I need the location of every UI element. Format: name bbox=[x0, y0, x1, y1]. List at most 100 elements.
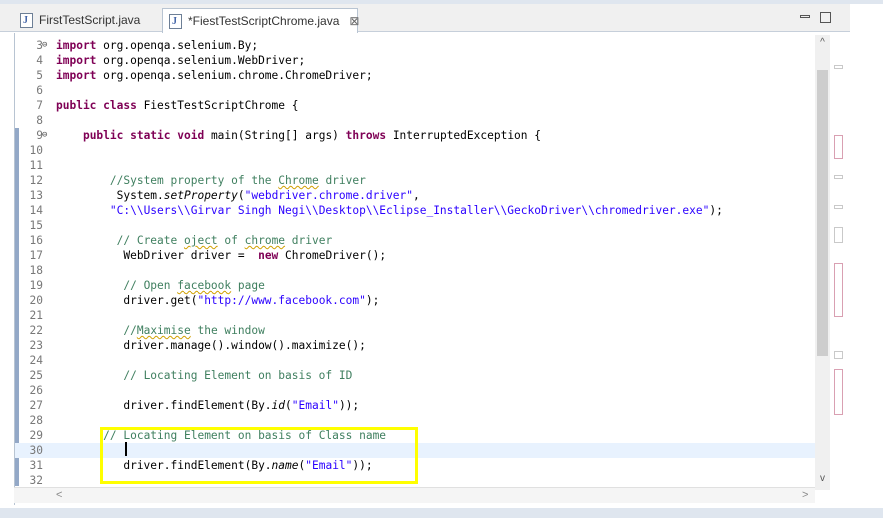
line-number: 16 bbox=[29, 234, 43, 247]
line-number: 8 bbox=[36, 114, 43, 127]
vertical-scrollbar[interactable]: ^ v bbox=[815, 35, 830, 490]
code-line[interactable]: 20 driver.get("http://www.facebook.com")… bbox=[15, 293, 815, 308]
line-number: 24 bbox=[29, 354, 43, 367]
overview-marker bbox=[834, 205, 843, 209]
code-line[interactable]: 26 bbox=[15, 383, 815, 398]
code-line[interactable]: 18 bbox=[15, 263, 815, 278]
line-number: 31 bbox=[29, 459, 43, 472]
tab-label: FirstTestScript.java bbox=[39, 13, 141, 27]
code-line[interactable]: 11 bbox=[15, 158, 815, 173]
code-line[interactable]: 25 // Locating Element on basis of ID bbox=[15, 368, 815, 383]
line-number: 6 bbox=[36, 84, 43, 97]
code-line[interactable]: 10 bbox=[15, 143, 815, 158]
code-text: System.setProperty("webdriver.chrome.dri… bbox=[56, 189, 420, 202]
code-text: WebDriver driver = new ChromeDriver(); bbox=[56, 249, 387, 262]
code-line[interactable]: 24 bbox=[15, 353, 815, 368]
code-line[interactable]: 19 // Open facebook page bbox=[15, 278, 815, 293]
line-number: 30 bbox=[29, 444, 43, 457]
code-text: // Open facebook page bbox=[123, 279, 265, 292]
code-line[interactable]: 23 driver.manage().window().maximize(); bbox=[15, 338, 815, 353]
line-number: 17 bbox=[29, 249, 43, 262]
code-text: "C:\\Users\\Girvar Singh Negi\\Desktop\\… bbox=[109, 204, 723, 217]
line-number: 18 bbox=[29, 264, 43, 277]
code-line[interactable]: 9 ⊖ public static void main(String[] args… bbox=[15, 128, 815, 143]
code-text: import org.openqa.selenium.chrome.Chrome… bbox=[56, 69, 373, 82]
code-text: driver.manage().window().maximize(); bbox=[56, 339, 366, 352]
line-number: 11 bbox=[29, 159, 43, 172]
tab-fiest-test-script-chrome[interactable]: J *FiestTestScriptChrome.java ⊠ bbox=[162, 8, 359, 33]
code-line[interactable]: 12 //System property of the Chrome drive… bbox=[15, 173, 815, 188]
tab-first-test-script[interactable]: J FirstTestScript.java bbox=[14, 8, 160, 32]
code-line[interactable]: 13 System.setProperty("webdriver.chrome.… bbox=[15, 188, 815, 203]
line-number: 10 bbox=[29, 144, 43, 157]
overview-marker bbox=[834, 227, 843, 243]
code-line[interactable]: 7 public class FiestTestScriptChrome { bbox=[15, 98, 815, 113]
scroll-right-icon[interactable]: > bbox=[802, 489, 808, 501]
code-line[interactable]: 8 bbox=[15, 113, 815, 128]
scroll-left-icon[interactable]: < bbox=[56, 489, 62, 501]
code-line[interactable]: 27 driver.findElement(By.id("Email")); bbox=[15, 398, 815, 413]
line-number: 13 bbox=[29, 189, 43, 202]
line-number: 21 bbox=[29, 309, 43, 322]
code-line[interactable]: 16 // Create oject of chrome driver bbox=[15, 233, 815, 248]
highlight-box bbox=[100, 427, 418, 484]
code-line[interactable]: 3 ⊖ import org.openqa.selenium.By; bbox=[15, 38, 815, 53]
horizontal-scrollbar[interactable]: < > bbox=[14, 487, 815, 503]
overview-marker bbox=[834, 369, 843, 415]
line-number: 23 bbox=[29, 339, 43, 352]
overview-marker bbox=[834, 175, 843, 179]
java-file-icon: J bbox=[169, 13, 182, 29]
line-number: 14 bbox=[29, 204, 43, 217]
code-text: driver.findElement(By.id("Email")); bbox=[56, 399, 360, 412]
line-number: 26 bbox=[29, 384, 43, 397]
line-number: 15 bbox=[29, 219, 43, 232]
code-line[interactable]: 6 bbox=[15, 83, 815, 98]
code-line[interactable]: 21 bbox=[15, 308, 815, 323]
code-text: import org.openqa.selenium.By; bbox=[56, 39, 259, 52]
tab-label: *FiestTestScriptChrome.java bbox=[188, 14, 340, 28]
code-line[interactable]: 15 bbox=[15, 218, 815, 233]
java-file-icon: J bbox=[20, 12, 33, 28]
line-number: 12 bbox=[29, 174, 43, 187]
scroll-up-icon[interactable]: ^ bbox=[815, 37, 830, 48]
line-number: 22 bbox=[29, 324, 43, 337]
editor-tab-bar: J FirstTestScript.java J *FiestTestScrip… bbox=[0, 4, 850, 33]
line-number: 27 bbox=[29, 399, 43, 412]
code-text: driver.get("http://www.facebook.com"); bbox=[56, 294, 380, 307]
maximize-icon[interactable] bbox=[820, 12, 831, 23]
overview-marker bbox=[834, 135, 843, 159]
code-text: //System property of the Chrome driver bbox=[109, 174, 366, 187]
close-icon[interactable]: ⊠ bbox=[349, 14, 359, 28]
line-number: 29 bbox=[29, 429, 43, 442]
code-line[interactable]: 22 //Maximise the window bbox=[15, 323, 815, 338]
code-text: import org.openqa.selenium.WebDriver; bbox=[56, 54, 306, 67]
code-line[interactable]: 28 bbox=[15, 413, 815, 428]
overview-marker bbox=[834, 65, 843, 69]
line-number: 19 bbox=[29, 279, 43, 292]
scroll-down-icon[interactable]: v bbox=[815, 473, 830, 484]
code-line[interactable]: 17 WebDriver driver = new ChromeDriver()… bbox=[15, 248, 815, 263]
line-number: 32 bbox=[29, 474, 43, 487]
code-text: // Create oject of chrome driver bbox=[116, 234, 333, 247]
line-number: 7 bbox=[36, 99, 43, 112]
fold-toggle-icon[interactable]: ⊖ bbox=[42, 38, 47, 53]
line-number: 9 bbox=[36, 129, 43, 142]
overview-marker bbox=[834, 263, 843, 317]
overview-marker bbox=[834, 351, 843, 359]
line-number: 25 bbox=[29, 369, 43, 382]
line-number: 20 bbox=[29, 294, 43, 307]
code-text: // Locating Element on basis of ID bbox=[123, 369, 353, 382]
fold-toggle-icon[interactable]: ⊖ bbox=[42, 128, 47, 143]
code-lines: 3 ⊖ import org.openqa.selenium.By; 4 import … bbox=[15, 38, 815, 488]
minimize-icon[interactable] bbox=[800, 15, 810, 18]
code-text: public class FiestTestScriptChrome { bbox=[56, 99, 299, 112]
code-line[interactable]: 4 import org.openqa.selenium.WebDriver; bbox=[15, 53, 815, 68]
code-line[interactable]: 5 import org.openqa.selenium.chrome.Chrom… bbox=[15, 68, 815, 83]
line-number: 4 bbox=[36, 54, 43, 67]
code-text: //Maximise the window bbox=[123, 324, 265, 337]
code-line[interactable]: 14 "C:\\Users\\Girvar Singh Negi\\Deskto… bbox=[15, 203, 815, 218]
bottom-strip bbox=[0, 508, 883, 518]
scroll-thumb[interactable] bbox=[817, 70, 828, 356]
line-number: 3 bbox=[36, 39, 43, 52]
line-number: 28 bbox=[29, 414, 43, 427]
